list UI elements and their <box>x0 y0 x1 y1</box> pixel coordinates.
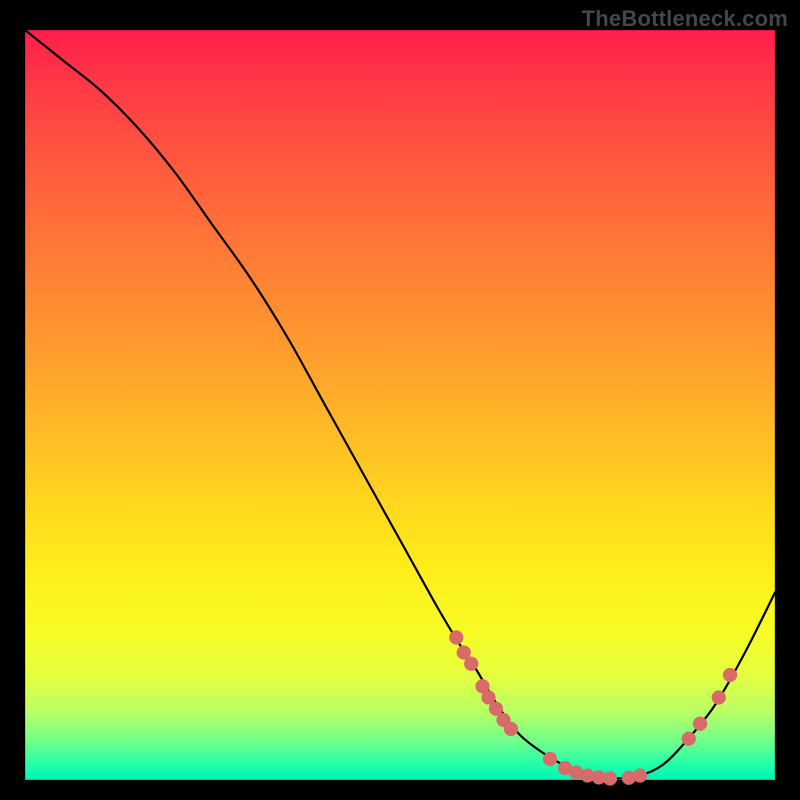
data-point <box>464 657 478 671</box>
curve-svg <box>25 30 775 780</box>
data-point <box>712 690 726 704</box>
data-point <box>723 668 737 682</box>
data-point <box>693 717 707 731</box>
data-point <box>543 752 557 766</box>
plot-area <box>25 30 775 780</box>
chart-container: TheBottleneck.com <box>0 0 800 800</box>
data-points-group <box>449 630 737 785</box>
data-point <box>633 768 647 782</box>
data-point <box>682 732 696 746</box>
bottleneck-curve <box>25 30 775 779</box>
data-point <box>603 771 617 785</box>
data-point <box>449 630 463 644</box>
watermark-text: TheBottleneck.com <box>582 6 788 32</box>
data-point <box>504 722 518 736</box>
